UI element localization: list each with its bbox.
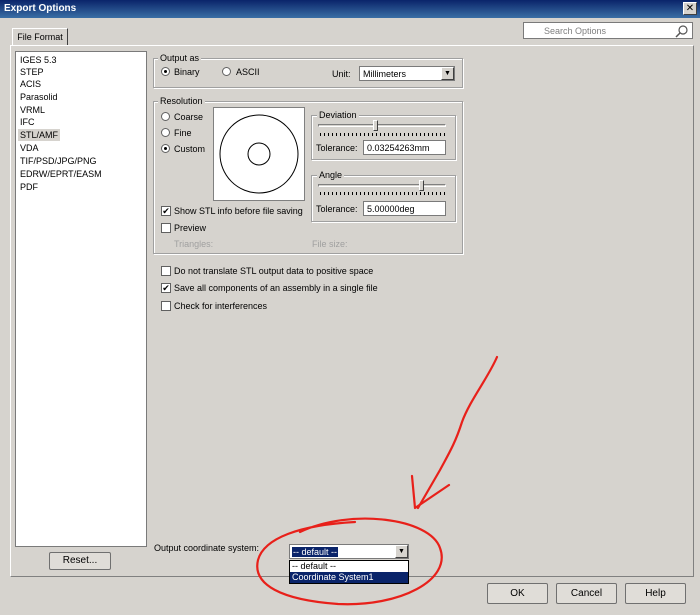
fine-label: Fine: [174, 128, 192, 138]
list-item[interactable]: TIF/PSD/JPG/PNG: [18, 155, 99, 167]
deviation-ticks: [320, 133, 446, 136]
triangles-label: Triangles:: [174, 239, 214, 249]
list-item[interactable]: STEP: [18, 66, 46, 78]
resolution-label: Resolution: [158, 96, 205, 106]
deviation-tolerance-input[interactable]: 0.03254263mm: [363, 140, 446, 155]
show-stl-info-checkbox[interactable]: ✔: [161, 206, 171, 216]
deviation-tolerance-label: Tolerance:: [316, 143, 358, 153]
show-stl-info-label: Show STL info before file saving: [174, 206, 303, 216]
reset-label: Reset...: [62, 555, 98, 566]
tab-file-format[interactable]: File Format: [12, 28, 68, 46]
deviation-slider-thumb[interactable]: [373, 120, 379, 131]
coordinate-system-dropdown: -- default -- Coordinate System1: [289, 560, 409, 584]
deviation-slider-track[interactable]: [318, 124, 446, 127]
list-item[interactable]: EDRW/EPRT/EASM: [18, 168, 104, 180]
interferences-checkbox[interactable]: [161, 301, 171, 311]
close-button[interactable]: ✕: [683, 2, 697, 15]
coarse-label: Coarse: [174, 112, 204, 122]
angle-slider-thumb[interactable]: [418, 180, 424, 191]
angle-tolerance-label: Tolerance:: [316, 204, 358, 214]
single-file-label: Save all components of an assembly in a …: [174, 283, 378, 293]
coordinate-system-value: -- default --: [292, 547, 339, 557]
ascii-radio[interactable]: [222, 67, 231, 76]
dropdown-option-highlighted[interactable]: Coordinate System1: [290, 572, 408, 583]
angle-tolerance-input[interactable]: 5.00000deg: [363, 201, 446, 216]
ascii-label: ASCII: [236, 67, 260, 77]
chevron-down-icon[interactable]: ▼: [441, 67, 454, 80]
binary-radio[interactable]: [161, 67, 170, 76]
unit-value: Millimeters: [363, 69, 407, 79]
window-title: Export Options: [4, 3, 77, 14]
output-as-label: Output as: [158, 53, 202, 63]
magnifier-icon[interactable]: [675, 24, 689, 38]
coarse-radio[interactable]: [161, 112, 170, 121]
list-item[interactable]: VDA: [18, 142, 41, 154]
coordinate-system-select[interactable]: -- default -- ▼: [289, 544, 409, 559]
no-translate-checkbox[interactable]: [161, 266, 171, 276]
title-bar: Export Options ✕: [0, 0, 700, 18]
deviation-label: Deviation: [317, 110, 359, 120]
angle-label: Angle: [317, 170, 345, 180]
cancel-button[interactable]: Cancel: [556, 583, 617, 604]
list-item[interactable]: Parasolid: [18, 91, 60, 103]
dropdown-option[interactable]: -- default --: [290, 561, 408, 572]
single-file-checkbox[interactable]: ✔: [161, 283, 171, 293]
unit-select[interactable]: Millimeters ▼: [359, 66, 455, 81]
list-item[interactable]: IGES 5.3: [18, 54, 59, 66]
reset-button[interactable]: Reset...: [49, 552, 111, 570]
angle-ticks: [320, 192, 446, 195]
list-item[interactable]: PDF: [18, 181, 40, 193]
binary-label: Binary: [174, 67, 200, 77]
format-list[interactable]: IGES 5.3 STEP ACIS Parasolid VRML IFC ST…: [15, 51, 147, 547]
custom-radio[interactable]: [161, 144, 170, 153]
custom-label: Custom: [174, 144, 206, 154]
fine-radio[interactable]: [161, 128, 170, 137]
coordinate-system-label: Output coordinate system:: [154, 543, 260, 553]
ok-button[interactable]: OK: [487, 583, 548, 604]
angle-slider-track[interactable]: [318, 184, 446, 187]
list-item[interactable]: ACIS: [18, 78, 43, 90]
chevron-down-icon[interactable]: ▼: [395, 545, 408, 558]
preview-checkbox[interactable]: [161, 223, 171, 233]
search-placeholder: Search Options: [544, 26, 607, 36]
search-input[interactable]: Search Options: [523, 22, 693, 39]
list-item[interactable]: VRML: [18, 104, 47, 116]
close-icon: ✕: [685, 3, 695, 14]
unit-label: Unit:: [332, 69, 351, 79]
interferences-label: Check for interferences: [174, 301, 268, 311]
list-item-selected[interactable]: STL/AMF: [18, 129, 61, 141]
resolution-preview-image: [213, 107, 305, 201]
file-size-label: File size:: [312, 239, 348, 249]
no-translate-label: Do not translate STL output data to posi…: [174, 266, 374, 276]
preview-label: Preview: [174, 223, 207, 233]
help-button[interactable]: Help: [625, 583, 686, 604]
list-item[interactable]: IFC: [18, 116, 37, 128]
tab-label: File Format: [17, 32, 63, 42]
